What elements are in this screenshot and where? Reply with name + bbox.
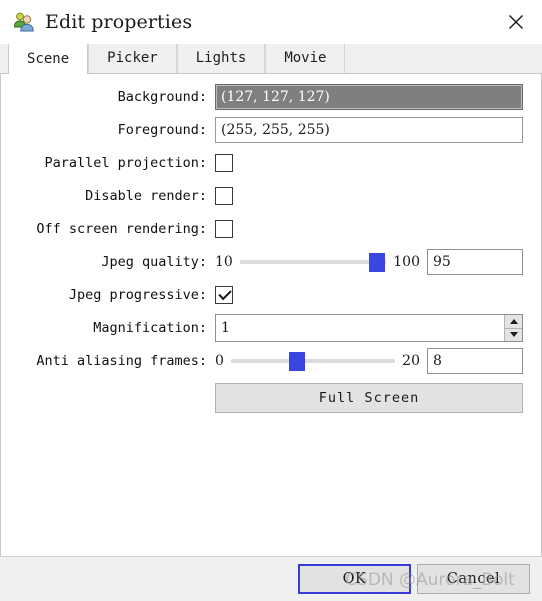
anti-aliasing-max: 20: [402, 353, 420, 369]
row-parallel-projection: Parallel projection:: [7, 150, 523, 176]
jpeg-quality-value-field[interactable]: 95: [427, 249, 523, 275]
background-label: Background:: [117, 89, 207, 105]
disable-render-checkbox[interactable]: [215, 187, 233, 205]
jpeg-quality-max: 100: [393, 254, 420, 270]
row-background: Background: (127, 127, 127): [7, 84, 523, 110]
off-screen-rendering-label: Off screen rendering:: [36, 221, 207, 237]
dialog-footer: OK Cancel CSDN @Aurora_Bolt: [0, 556, 542, 601]
magnification-label: Magnification:: [93, 320, 207, 336]
row-foreground: Foreground: (255, 255, 255): [7, 117, 523, 143]
jpeg-quality-slider-handle[interactable]: [369, 253, 386, 272]
tab-movie-label: Movie: [284, 50, 327, 66]
parallel-projection-label: Parallel projection:: [44, 155, 207, 171]
foreground-color-field[interactable]: (255, 255, 255): [215, 117, 523, 143]
users-icon: [12, 10, 36, 34]
row-jpeg-quality: Jpeg quality: 10 100 95: [7, 249, 523, 275]
row-anti-aliasing-frames: Anti aliasing frames: 0 20 8: [7, 348, 523, 374]
jpeg-quality-slider-track: [239, 260, 387, 264]
cancel-button[interactable]: Cancel: [417, 564, 530, 594]
jpeg-progressive-label: Jpeg progressive:: [68, 287, 207, 303]
magnification-value[interactable]: 1: [216, 320, 504, 336]
jpeg-quality-min: 10: [215, 254, 233, 270]
tab-lights-label: Lights: [195, 50, 247, 66]
anti-aliasing-min: 0: [215, 353, 224, 369]
full-screen-spacer: [7, 383, 215, 413]
row-jpeg-progressive: Jpeg progressive:: [7, 282, 523, 308]
tab-picker-label: Picker: [107, 50, 158, 66]
magnification-spinner[interactable]: 1: [215, 314, 523, 342]
window-title: Edit properties: [45, 11, 193, 33]
anti-aliasing-slider-handle[interactable]: [288, 352, 305, 371]
row-magnification: Magnification: 1: [7, 314, 523, 342]
spinner-up-icon[interactable]: [505, 315, 522, 329]
row-full-screen: Full Screen: [7, 383, 523, 413]
tab-movie[interactable]: Movie: [265, 44, 346, 73]
jpeg-quality-label: Jpeg quality:: [101, 254, 207, 270]
background-color-field[interactable]: (127, 127, 127): [215, 84, 523, 110]
tab-picker[interactable]: Picker: [88, 44, 177, 73]
tab-scene[interactable]: Scene: [8, 44, 89, 74]
edit-properties-dialog: Edit properties Scene Picker Lights Movi…: [0, 0, 542, 601]
spinner-down-icon[interactable]: [505, 328, 522, 341]
anti-aliasing-value-field[interactable]: 8: [427, 348, 523, 374]
parallel-projection-checkbox[interactable]: [215, 154, 233, 172]
tab-bar: Scene Picker Lights Movie: [0, 44, 542, 74]
tab-scene-label: Scene: [27, 51, 70, 67]
close-icon[interactable]: [496, 5, 536, 39]
ok-button[interactable]: OK: [298, 564, 411, 594]
jpeg-progressive-checkbox[interactable]: [215, 286, 233, 304]
anti-aliasing-slider-track: [230, 359, 396, 363]
row-off-screen-rendering: Off screen rendering:: [7, 216, 523, 242]
scene-panel: Background: (127, 127, 127) Foreground: …: [0, 74, 542, 556]
jpeg-quality-slider[interactable]: [239, 251, 387, 273]
full-screen-button[interactable]: Full Screen: [215, 383, 523, 413]
disable-render-label: Disable render:: [85, 188, 207, 204]
foreground-label: Foreground:: [117, 122, 207, 138]
title-bar: Edit properties: [0, 0, 542, 44]
anti-aliasing-frames-label: Anti aliasing frames:: [36, 353, 207, 369]
row-disable-render: Disable render:: [7, 183, 523, 209]
off-screen-rendering-checkbox[interactable]: [215, 220, 233, 238]
anti-aliasing-slider[interactable]: [230, 350, 396, 372]
tab-lights[interactable]: Lights: [176, 44, 266, 73]
magnification-spin-buttons: [504, 315, 522, 341]
